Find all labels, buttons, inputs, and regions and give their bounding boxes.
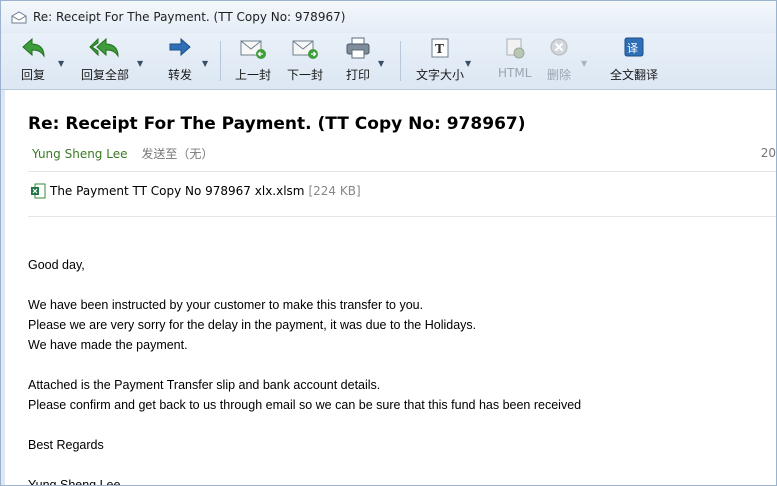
body-line: Attached is the Payment Transfer slip an… — [28, 378, 381, 392]
next-mail-icon — [292, 40, 318, 59]
reply-arrow-icon — [22, 37, 45, 58]
title-bar: Re: Receipt For The Payment. (TT Copy No… — [1, 1, 776, 33]
delete-dropdown-arrow[interactable]: ▼ — [581, 59, 587, 68]
translate-button[interactable]: 译 全文翻译 — [610, 35, 658, 85]
previous-mail-icon — [240, 40, 266, 59]
header-divider — [28, 171, 776, 172]
message-body: Good day, We have been instructed by your… — [28, 255, 582, 486]
attachment-divider — [28, 216, 776, 217]
body-line — [28, 275, 581, 295]
recipient-text: 发送至（无） — [141, 147, 214, 161]
body-line: Yung Sheng Lee — [28, 478, 121, 486]
body-line: Please we are very sorry for the delay i… — [28, 318, 477, 332]
forward-dropdown-arrow[interactable]: ▼ — [202, 59, 208, 68]
toolbar-separator — [400, 41, 401, 81]
reply-dropdown-arrow[interactable]: ▼ — [58, 59, 64, 68]
mail-window: Re: Receipt For The Payment. (TT Copy No… — [0, 0, 777, 486]
reply-all-button[interactable]: 回复全部 — [81, 35, 129, 85]
message-subject: Re: Receipt For The Payment. (TT Copy No… — [28, 114, 526, 134]
body-line — [28, 415, 581, 435]
window-title: Re: Receipt For The Payment. (TT Copy No… — [33, 10, 346, 24]
font-size-button[interactable]: T 文字大小 — [416, 35, 464, 85]
message-date: 20 — [760, 146, 776, 160]
body-line — [28, 455, 581, 475]
body-line — [28, 355, 581, 375]
sender-name[interactable]: Yung Sheng Lee — [32, 147, 127, 161]
reply-button[interactable]: 回复 — [19, 35, 47, 85]
forward-arrow-icon — [169, 37, 191, 57]
html-view-icon — [506, 38, 525, 59]
font-size-icon: T — [431, 38, 449, 58]
attachment[interactable]: The Payment TT Copy No 978967 xlx.xlsm [… — [30, 183, 361, 199]
attachment-size: [224 KB] — [308, 184, 361, 198]
body-line: Good day, — [28, 258, 85, 272]
svg-text:T: T — [435, 42, 444, 56]
print-button[interactable]: 打印 — [344, 35, 372, 85]
next-mail-button[interactable]: 下一封 — [287, 35, 323, 85]
printer-icon — [346, 37, 370, 59]
font-size-dropdown-arrow[interactable]: ▼ — [465, 59, 471, 68]
body-line: We have made the payment. — [28, 338, 188, 352]
print-dropdown-arrow[interactable]: ▼ — [378, 59, 384, 68]
reply-all-arrow-icon — [89, 37, 119, 58]
excel-file-icon — [31, 183, 46, 199]
translate-icon: 译 — [624, 37, 644, 57]
delete-button[interactable]: 删除 — [547, 35, 571, 85]
previous-mail-button[interactable]: 上一封 — [235, 35, 271, 85]
delete-icon — [550, 38, 568, 56]
envelope-icon — [11, 10, 27, 23]
toolbar: 回复 ▼ 回复全部 ▼ 转发 ▼ 上一封 下一封 打印 ▼ T 文字大小 ▼ H… — [1, 33, 776, 90]
attachment-name[interactable]: The Payment TT Copy No 978967 xlx.xlsm — [50, 184, 304, 198]
body-line: Best Regards — [28, 438, 104, 452]
body-line: Please confirm and get back to us throug… — [28, 398, 582, 412]
svg-text:译: 译 — [627, 42, 638, 55]
html-button[interactable]: HTML — [498, 35, 531, 85]
sender-row: Yung Sheng Lee 发送至（无） — [32, 145, 213, 162]
message-pane: Re: Receipt For The Payment. (TT Copy No… — [1, 90, 776, 485]
reply-all-dropdown-arrow[interactable]: ▼ — [137, 59, 143, 68]
toolbar-separator — [220, 41, 221, 81]
forward-button[interactable]: 转发 — [166, 35, 194, 85]
body-line: We have been instructed by your customer… — [28, 298, 424, 312]
